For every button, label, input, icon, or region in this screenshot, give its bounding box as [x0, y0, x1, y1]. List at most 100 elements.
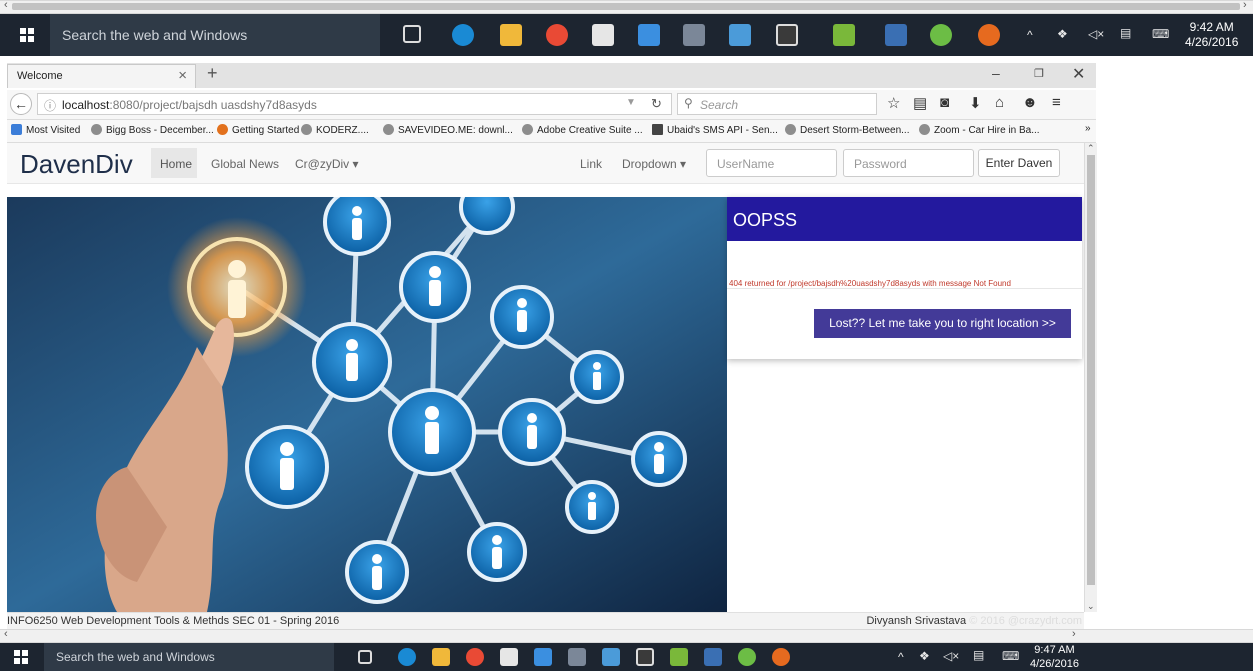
- volume-muted-icon[interactable]: ◁×: [1088, 27, 1104, 41]
- firefox-icon[interactable]: [978, 24, 1000, 46]
- nav-home[interactable]: Home: [151, 148, 197, 178]
- scroll-thumb[interactable]: [12, 3, 1240, 10]
- tray-chevron-icon[interactable]: ^: [898, 650, 904, 664]
- tray-chevron-icon[interactable]: ^: [1027, 28, 1033, 42]
- bookmark-item[interactable]: Desert Storm-Between...: [785, 124, 909, 136]
- edge-icon[interactable]: [398, 648, 416, 666]
- url-bar[interactable]: ⓘ localhost:8080/project/bajsdh uasdshy7…: [37, 93, 672, 115]
- reading-list-icon[interactable]: ▤: [913, 94, 927, 112]
- bookmark-item[interactable]: Most Visited: [11, 124, 80, 136]
- calculator-icon[interactable]: [568, 648, 586, 666]
- photos-icon[interactable]: [729, 24, 751, 46]
- file-explorer-icon[interactable]: [432, 648, 450, 666]
- keyboard-icon[interactable]: ⌨: [1152, 27, 1169, 41]
- browser-tab-bar: Welcome × + – ❐ ✕: [7, 63, 1096, 88]
- bookmark-item[interactable]: Bigg Boss - December...: [91, 124, 214, 136]
- bookmark-item[interactable]: Ubaid's SMS API - Sen...: [652, 124, 778, 136]
- taskbar-clock[interactable]: 9:42 AM 4/26/2016: [1185, 20, 1238, 50]
- keyboard-icon[interactable]: ⌨: [1002, 649, 1019, 663]
- scroll-left-arrow-icon[interactable]: ‹: [4, 0, 8, 11]
- dropbox-tray-icon[interactable]: ❖: [1057, 27, 1068, 41]
- bookmark-label: Zoom - Car Hire in Ba...: [934, 125, 1040, 136]
- lost-redirect-button[interactable]: Lost?? Let me take you to right location…: [814, 309, 1071, 338]
- notification-icon[interactable]: ▤: [1120, 26, 1131, 40]
- taskbar-clock[interactable]: 9:47 AM 4/26/2016: [1030, 643, 1079, 671]
- back-arrow-icon[interactable]: ←: [10, 93, 32, 115]
- reload-icon[interactable]: ↻: [651, 96, 662, 112]
- home-icon[interactable]: ⌂: [995, 94, 1004, 111]
- url-history-dropdown-icon[interactable]: ▼: [626, 97, 636, 108]
- nav-dropdown[interactable]: Dropdown ▾: [622, 157, 686, 171]
- scroll-right-arrow-icon[interactable]: ›: [1072, 628, 1076, 640]
- url-text: localhost:8080/project/bajsdh uasdshy7d8…: [62, 98, 317, 112]
- new-tab-icon[interactable]: +: [207, 63, 218, 84]
- username-field[interactable]: UserName: [706, 149, 837, 177]
- browser-search-placeholder: Search: [700, 98, 739, 112]
- bookmark-item[interactable]: Getting Started: [217, 124, 299, 136]
- taskbar-search-box[interactable]: Search the web and Windows: [50, 14, 380, 56]
- footer-course-text: INFO6250 Web Development Tools & Methds …: [7, 615, 340, 627]
- dropbox-tray-icon[interactable]: ❖: [919, 649, 930, 663]
- bookmark-item[interactable]: KODERZ....: [301, 124, 369, 136]
- visual-studio-icon[interactable]: [704, 648, 722, 666]
- site-brand[interactable]: DavenDiv: [20, 149, 133, 180]
- edge-icon[interactable]: [452, 24, 474, 46]
- task-view-icon[interactable]: [403, 25, 421, 43]
- terminal-icon[interactable]: [776, 24, 798, 46]
- scroll-up-icon[interactable]: ⌃: [1087, 143, 1095, 154]
- enter-daven-button[interactable]: Enter Daven: [978, 149, 1060, 177]
- 3d-box-icon[interactable]: [638, 24, 660, 46]
- chrome-icon[interactable]: [546, 24, 568, 46]
- terminal-icon[interactable]: [636, 648, 654, 666]
- volume-muted-icon[interactable]: ◁×: [943, 649, 959, 663]
- chat-icon[interactable]: ☻: [1022, 94, 1038, 111]
- taskbar-search-box[interactable]: Search the web and Windows: [44, 643, 334, 671]
- restore-icon[interactable]: ❐: [1034, 67, 1044, 80]
- scroll-left-arrow-icon[interactable]: ‹: [4, 628, 8, 640]
- scroll-right-arrow-icon[interactable]: ›: [1243, 0, 1247, 11]
- bookmarks-overflow-icon[interactable]: »: [1085, 123, 1091, 134]
- password-field[interactable]: Password: [843, 149, 974, 177]
- notification-icon[interactable]: ▤: [973, 648, 984, 662]
- nav-link[interactable]: Link: [580, 157, 602, 171]
- minimize-icon[interactable]: –: [992, 65, 1000, 81]
- spring-tool-icon[interactable]: [930, 24, 952, 46]
- nav-global-news[interactable]: Global News: [211, 157, 279, 171]
- bookmark-item[interactable]: Zoom - Car Hire in Ba...: [919, 124, 1040, 136]
- photos-icon[interactable]: [602, 648, 620, 666]
- browser-search-box[interactable]: ⚲ Search: [677, 93, 877, 115]
- store-icon[interactable]: [500, 648, 518, 666]
- calculator-icon[interactable]: [683, 24, 705, 46]
- bookmark-item[interactable]: Adobe Creative Suite ...: [522, 124, 643, 136]
- windows-start-icon[interactable]: [20, 28, 34, 42]
- outer-horizontal-scrollbar-top[interactable]: ‹ ›: [0, 0, 1253, 14]
- notepad-plus-icon[interactable]: [670, 648, 688, 666]
- tab-close-icon[interactable]: ×: [178, 67, 187, 84]
- scroll-down-icon[interactable]: ⌄: [1087, 601, 1095, 612]
- file-explorer-icon[interactable]: [500, 24, 522, 46]
- download-icon[interactable]: ⬇: [969, 94, 982, 112]
- store-icon[interactable]: [592, 24, 614, 46]
- browser-tab[interactable]: Welcome ×: [7, 64, 196, 88]
- menu-icon[interactable]: ≡: [1052, 94, 1061, 111]
- 3d-box-icon[interactable]: [534, 648, 552, 666]
- firefox-icon[interactable]: [772, 648, 790, 666]
- visual-studio-icon[interactable]: [885, 24, 907, 46]
- outer-horizontal-scrollbar-bottom[interactable]: ‹ ›: [0, 628, 1253, 643]
- close-window-icon[interactable]: ✕: [1072, 64, 1085, 84]
- pocket-icon[interactable]: ◙: [940, 94, 949, 111]
- bookmark-item[interactable]: SAVEVIDEO.ME: downl...: [383, 124, 513, 136]
- bookmark-star-icon[interactable]: ☆: [887, 94, 900, 112]
- page-vertical-scrollbar[interactable]: ⌃ ⌄: [1084, 143, 1097, 612]
- error-panel-header: OOPSS: [727, 197, 1082, 241]
- scroll-thumb[interactable]: [1087, 155, 1095, 585]
- nav-crazydiv-dropdown[interactable]: Cr@zyDiv ▾: [295, 157, 359, 171]
- chrome-icon[interactable]: [466, 648, 484, 666]
- task-view-icon[interactable]: [358, 650, 372, 664]
- notepad-plus-icon[interactable]: [833, 24, 855, 46]
- footer-copyright: © 2016 @crazydrt.com: [969, 615, 1082, 627]
- spring-tool-icon[interactable]: [738, 648, 756, 666]
- footer-credit: Divyansh Srivastava © 2016 @crazydrt.com: [866, 615, 1082, 627]
- windows-start-icon[interactable]: [14, 650, 28, 664]
- site-info-icon[interactable]: ⓘ: [44, 97, 56, 114]
